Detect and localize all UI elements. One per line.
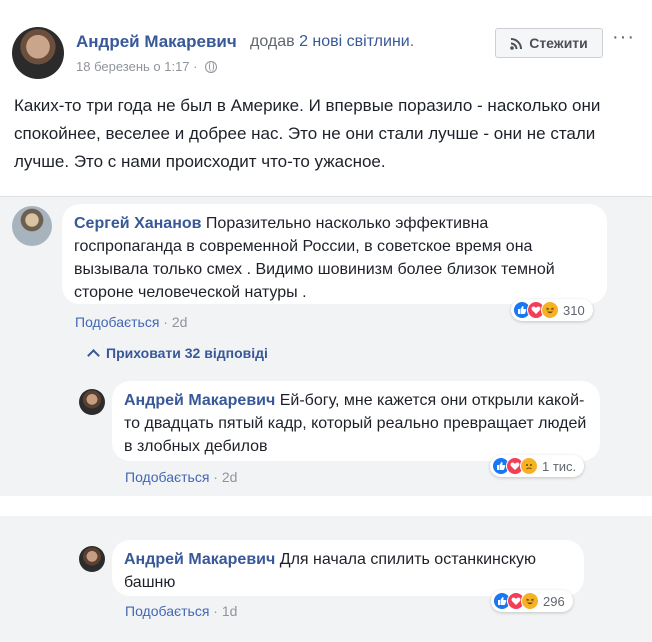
hide-replies-label: Приховати 32 відповіді bbox=[106, 345, 268, 361]
commenter-avatar[interactable] bbox=[12, 206, 52, 246]
haha-reaction-icon bbox=[521, 592, 539, 610]
like-link[interactable]: Подобається bbox=[125, 469, 209, 485]
reply-bubble: Андрей Макаревич Ей-богу, мне кажется он… bbox=[112, 381, 600, 461]
reply-actions: Подобається · 1d bbox=[125, 603, 237, 619]
post-action-text: додав 2 нові світлини. bbox=[250, 33, 414, 51]
hide-replies-button[interactable]: Приховати 32 відповіді bbox=[87, 345, 268, 362]
like-link[interactable]: Подобається bbox=[75, 314, 159, 330]
comments-divider bbox=[0, 196, 652, 197]
reply-bubble: Андрей Макаревич Для начала спилить оста… bbox=[112, 540, 584, 596]
reaction-summary[interactable]: 310 bbox=[511, 299, 593, 321]
rss-icon bbox=[510, 37, 523, 50]
section-gap bbox=[0, 496, 652, 516]
post-author-name[interactable]: Андрей Макаревич bbox=[76, 32, 237, 52]
comment-actions: Подобається · 2d bbox=[75, 314, 187, 330]
like-link[interactable]: Подобається bbox=[125, 603, 209, 619]
reply-age[interactable]: 1d bbox=[222, 603, 238, 619]
reply-author-name[interactable]: Андрей Макаревич bbox=[124, 551, 275, 568]
separator-dot: · bbox=[209, 469, 222, 485]
sad-reaction-icon bbox=[520, 457, 538, 475]
reply-actions: Подобається · 2d bbox=[125, 469, 237, 485]
reaction-count: 1 тис. bbox=[542, 458, 577, 474]
post-timestamp[interactable]: 18 березень о 1:17 · bbox=[76, 59, 197, 74]
comment-bubble: Сергей Хананов Поразительно насколько эф… bbox=[62, 204, 607, 304]
post-photos-link[interactable]: 2 нові світлини bbox=[299, 33, 410, 50]
reply-age[interactable]: 2d bbox=[222, 469, 238, 485]
reaction-summary[interactable]: 296 bbox=[491, 590, 573, 612]
reply-avatar[interactable] bbox=[79, 389, 105, 415]
comment-author-name[interactable]: Сергей Хананов bbox=[74, 215, 201, 232]
reply-avatar[interactable] bbox=[79, 546, 105, 572]
post-card: Андрей Макаревич додав 2 нові світлини. … bbox=[0, 0, 652, 196]
post-action-prefix: додав bbox=[250, 33, 300, 50]
post-meta: 18 березень о 1:17 · bbox=[76, 59, 218, 74]
chevron-up-icon bbox=[87, 348, 100, 362]
more-options-button[interactable]: ··· bbox=[612, 26, 635, 49]
follow-button[interactable]: Стежити bbox=[495, 28, 603, 58]
separator-dot: · bbox=[209, 603, 222, 619]
separator-dot: · bbox=[159, 314, 172, 330]
comment-age[interactable]: 2d bbox=[172, 314, 188, 330]
post-action-suffix: . bbox=[409, 33, 415, 50]
author-avatar[interactable] bbox=[12, 27, 64, 79]
reply-author-name[interactable]: Андрей Макаревич bbox=[124, 392, 275, 409]
globe-icon[interactable] bbox=[205, 60, 218, 73]
reaction-count: 296 bbox=[543, 593, 565, 609]
follow-label: Стежити bbox=[529, 35, 588, 51]
haha-reaction-icon bbox=[541, 301, 559, 319]
reaction-count: 310 bbox=[563, 302, 585, 318]
post-body-text: Каких-то три года не был в Америке. И вп… bbox=[14, 96, 601, 171]
reaction-summary[interactable]: 1 тис. bbox=[490, 455, 585, 477]
